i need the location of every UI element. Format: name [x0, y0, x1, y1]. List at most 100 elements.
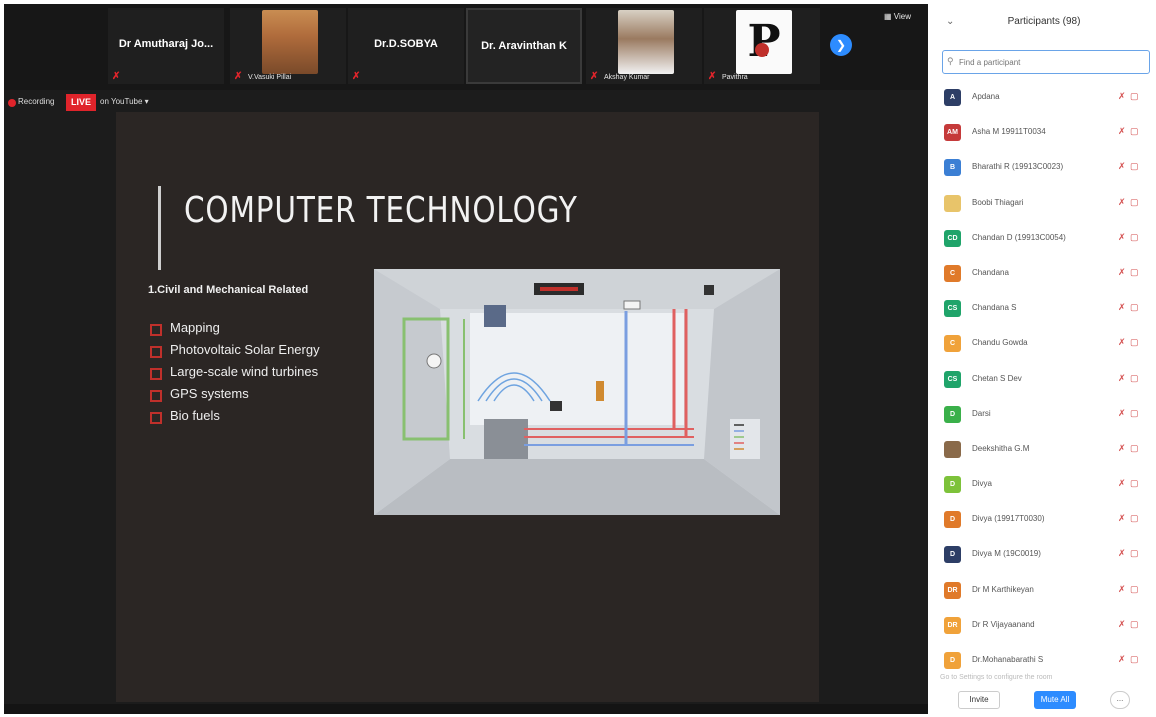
- muted-mic-icon: ✗: [590, 71, 599, 82]
- muted-mic-icon[interactable]: ✗: [1118, 408, 1126, 419]
- more-options-button[interactable]: ...: [1110, 691, 1130, 709]
- participant-name: Chandu Gowda: [972, 338, 1028, 348]
- avatar: D: [944, 476, 961, 494]
- video-tile-pavithra[interactable]: P ✗ Pavithra: [704, 8, 820, 84]
- live-destination-label: on YouTube: [100, 97, 143, 106]
- participant-row[interactable]: C Chandana ✗ ▢: [932, 258, 1156, 293]
- video-off-icon[interactable]: ▢: [1130, 197, 1139, 208]
- muted-mic-icon: ✗: [234, 71, 243, 82]
- video-off-icon[interactable]: ▢: [1130, 619, 1139, 630]
- participant-name: Dr M Karthikeyan: [972, 584, 1034, 594]
- participant-row[interactable]: D Darsi ✗ ▢: [932, 399, 1156, 434]
- avatar: D: [944, 546, 961, 564]
- video-tile-aravinthan[interactable]: Dr. Aravinthan K: [466, 8, 582, 84]
- participant-video: P: [736, 10, 792, 74]
- bus-interior-diagram: [374, 269, 780, 515]
- participant-name: Boobi Thiagari: [972, 197, 1024, 207]
- participant-row[interactable]: A Apdana ✗ ▢: [932, 82, 1156, 117]
- muted-mic-icon[interactable]: ✗: [1118, 443, 1126, 454]
- participant-row[interactable]: D Divya M (19C0019) ✗ ▢: [932, 539, 1156, 574]
- bullet-item: Bio fuels: [148, 408, 320, 430]
- participant-row[interactable]: CS Chandana S ✗ ▢: [932, 293, 1156, 328]
- muted-mic-icon[interactable]: ✗: [1118, 161, 1126, 172]
- muted-mic-icon[interactable]: ✗: [1118, 513, 1126, 524]
- video-off-icon[interactable]: ▢: [1130, 302, 1139, 313]
- muted-mic-icon[interactable]: ✗: [1118, 302, 1126, 313]
- avatar: D: [944, 652, 961, 669]
- video-off-icon[interactable]: ▢: [1130, 91, 1139, 102]
- participant-name: Asha M 19911T0034: [972, 127, 1046, 137]
- participant-row[interactable]: CS Chetan S Dev ✗ ▢: [932, 364, 1156, 399]
- video-off-icon[interactable]: ▢: [1130, 267, 1139, 278]
- avatar: CD: [944, 229, 961, 247]
- slide-subtitle: 1.Civil and Mechanical Related: [148, 284, 309, 296]
- participant-name: Chandana S: [972, 303, 1017, 313]
- next-page-arrow-icon[interactable]: ❯: [830, 34, 852, 56]
- tile-caption: Akshay Kumar: [604, 74, 650, 81]
- muted-mic-icon[interactable]: ✗: [1118, 654, 1126, 665]
- live-badge[interactable]: LIVE: [66, 94, 96, 111]
- muted-mic-icon[interactable]: ✗: [1118, 197, 1126, 208]
- invite-button[interactable]: Invite: [958, 691, 1000, 709]
- avatar: D: [944, 511, 961, 529]
- participant-row[interactable]: D Divya (19917T0030) ✗ ▢: [932, 504, 1156, 539]
- shared-slide: COMPUTER TECHNOLOGY 1.Civil and Mechanic…: [116, 112, 819, 702]
- muted-mic-icon[interactable]: ✗: [1118, 584, 1126, 595]
- participant-row[interactable]: D Divya ✗ ▢: [932, 469, 1156, 504]
- video-off-icon[interactable]: ▢: [1130, 548, 1139, 559]
- muted-mic-icon[interactable]: ✗: [1118, 478, 1126, 489]
- footer-note: Go to Settings to configure the room: [940, 674, 1053, 681]
- participant-row[interactable]: Boobi Thiagari ✗ ▢: [932, 188, 1156, 223]
- video-off-icon[interactable]: ▢: [1130, 584, 1139, 595]
- muted-mic-icon[interactable]: ✗: [1118, 232, 1126, 243]
- video-off-icon[interactable]: ▢: [1130, 232, 1139, 243]
- muted-mic-icon[interactable]: ✗: [1118, 548, 1126, 559]
- video-off-icon[interactable]: ▢: [1130, 654, 1139, 665]
- video-tile-sobya[interactable]: Dr.D.SOBYA ✗: [348, 8, 464, 84]
- zoom-app: Dr Amutharaj Jo... ✗ ✗ V.Vasuki Pillai D…: [0, 0, 1156, 717]
- participant-name: Divya: [972, 479, 993, 489]
- participant-video: [262, 10, 318, 74]
- video-tile-amutharaj[interactable]: Dr Amutharaj Jo... ✗: [108, 8, 224, 84]
- muted-mic-icon[interactable]: ✗: [1118, 619, 1126, 630]
- video-off-icon[interactable]: ▢: [1130, 161, 1139, 172]
- video-off-icon[interactable]: ▢: [1130, 373, 1139, 384]
- participant-row[interactable]: DR Dr R Vijayaanand ✗ ▢: [932, 610, 1156, 645]
- bullet-list: Mapping Photovoltaic Solar Energy Large-…: [148, 320, 320, 430]
- view-button[interactable]: ▦ View: [884, 12, 911, 21]
- participant-row[interactable]: B Bharathi R (19913C0023) ✗ ▢: [932, 152, 1156, 187]
- tile-name: Dr Amutharaj Jo...: [118, 38, 214, 50]
- recording-label[interactable]: Recording: [18, 97, 54, 106]
- muted-mic-icon[interactable]: ✗: [1118, 91, 1126, 102]
- video-off-icon[interactable]: ▢: [1130, 513, 1139, 524]
- participant-row[interactable]: Deekshitha G.M ✗ ▢: [932, 434, 1156, 469]
- video-off-icon[interactable]: ▢: [1130, 443, 1139, 454]
- live-destination[interactable]: on YouTube ▾: [100, 97, 149, 106]
- search-input[interactable]: [959, 54, 1144, 70]
- title-accent-bar: [158, 186, 161, 270]
- search-icon: ⚲: [947, 56, 954, 66]
- muted-mic-icon[interactable]: ✗: [1118, 126, 1126, 137]
- participant-row[interactable]: CD Chandan D (19913C0054) ✗ ▢: [932, 223, 1156, 258]
- participant-row[interactable]: C Chandu Gowda ✗ ▢: [932, 328, 1156, 363]
- video-off-icon[interactable]: ▢: [1130, 478, 1139, 489]
- tile-caption: V.Vasuki Pillai: [248, 74, 292, 81]
- mute-all-button[interactable]: Mute All: [1034, 691, 1076, 709]
- muted-mic-icon[interactable]: ✗: [1118, 373, 1126, 384]
- participant-row[interactable]: DR Dr M Karthikeyan ✗ ▢: [932, 575, 1156, 610]
- avatar: AM: [944, 124, 961, 142]
- participant-name: Apdana: [972, 92, 1000, 101]
- avatar: [944, 194, 961, 212]
- video-off-icon[interactable]: ▢: [1130, 408, 1139, 419]
- panel-title: Participants (98): [1007, 16, 1081, 27]
- video-tile-akshay[interactable]: ✗ Akshay Kumar: [586, 8, 702, 84]
- bullet-item: Photovoltaic Solar Energy: [148, 342, 320, 364]
- muted-mic-icon[interactable]: ✗: [1118, 337, 1126, 348]
- video-off-icon[interactable]: ▢: [1130, 126, 1139, 137]
- video-off-icon[interactable]: ▢: [1130, 337, 1139, 348]
- svg-text:P: P: [747, 16, 780, 67]
- video-tile-vasuki[interactable]: ✗ V.Vasuki Pillai: [230, 8, 346, 84]
- participant-row[interactable]: AM Asha M 19911T0034 ✗ ▢: [932, 117, 1156, 152]
- muted-mic-icon[interactable]: ✗: [1118, 267, 1126, 278]
- participant-search-box[interactable]: ⚲: [942, 50, 1150, 74]
